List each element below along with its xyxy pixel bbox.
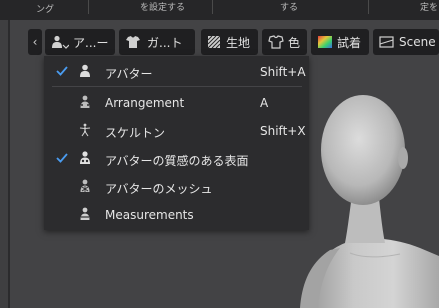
textured-surface-icon	[80, 151, 90, 164]
menu-item-textured-surface[interactable]: アバターの質感のある表面	[44, 145, 309, 173]
avatar-display-menu: アバター Shift+A Arrangement A スケルトン Shift+X	[44, 56, 309, 230]
avatar-dropdown-label: ア...ー	[73, 35, 109, 50]
arrangement-icon	[80, 95, 90, 108]
avatar-display-dropdown[interactable]: ア...ー	[45, 29, 115, 55]
menu-item-shortcut: A	[260, 96, 269, 110]
scene-icon	[379, 36, 394, 48]
menu-item-shortcut: Shift+A	[260, 65, 306, 79]
fitting-display-button[interactable]: 試着	[311, 29, 369, 55]
color-display-button[interactable]: 色	[262, 29, 307, 55]
scene-label: Scene	[399, 35, 436, 49]
menu-item-arrangement[interactable]: Arrangement A	[44, 89, 309, 117]
fabric-icon	[207, 35, 221, 49]
menu-item-avatar[interactable]: アバター Shift+A	[44, 58, 309, 86]
avatar-icon	[80, 64, 90, 77]
top-toolbar-strip: ング を設定する する 定を	[0, 0, 439, 20]
scene-display-button[interactable]: Scene	[373, 29, 439, 55]
menu-item-label: Arrangement	[105, 96, 185, 110]
garment-icon	[126, 36, 140, 48]
menu-item-measurements[interactable]: Measurements	[44, 201, 309, 229]
fitting-icon	[318, 36, 332, 48]
fitting-label: 試着	[337, 35, 362, 50]
top-label-fragment[interactable]: ング	[36, 5, 54, 15]
avatar-icon	[52, 35, 69, 49]
measurements-icon	[80, 207, 90, 220]
menu-item-avatar-mesh[interactable]: アバターのメッシュ	[44, 173, 309, 201]
toolbar-scroll-left-button[interactable]: ‹	[28, 29, 42, 55]
fabric-label: 生地	[226, 35, 251, 50]
menu-item-label: Measurements	[105, 208, 194, 222]
menu-item-label: アバターのメッシュ	[105, 182, 213, 196]
checkmark-icon	[56, 153, 68, 163]
menu-item-label: スケルトン	[105, 126, 166, 140]
menu-item-skeleton[interactable]: スケルトン Shift+X	[44, 117, 309, 145]
color-label: 色	[288, 35, 301, 50]
menu-divider	[52, 86, 302, 87]
garment-dropdown-label: ガ...ト	[147, 35, 183, 50]
avatar-mannequin[interactable]	[290, 88, 439, 308]
top-label-fragment[interactable]: する	[280, 3, 298, 13]
avatar-mesh-icon	[80, 179, 90, 192]
top-label-fragment[interactable]: を設定する	[140, 3, 185, 13]
fabric-display-button[interactable]: 生地	[201, 29, 258, 55]
color-icon	[268, 35, 284, 49]
top-label-fragment[interactable]: 定を	[420, 3, 438, 13]
chevron-left-icon: ‹	[32, 35, 38, 49]
menu-item-label: アバターの質感のある表面	[105, 154, 249, 168]
skeleton-icon	[79, 123, 91, 137]
menu-item-shortcut: Shift+X	[260, 124, 306, 138]
checkmark-icon	[56, 66, 68, 76]
garment-display-dropdown[interactable]: ガ...ト	[119, 29, 195, 55]
menu-item-label: アバター	[105, 67, 153, 81]
